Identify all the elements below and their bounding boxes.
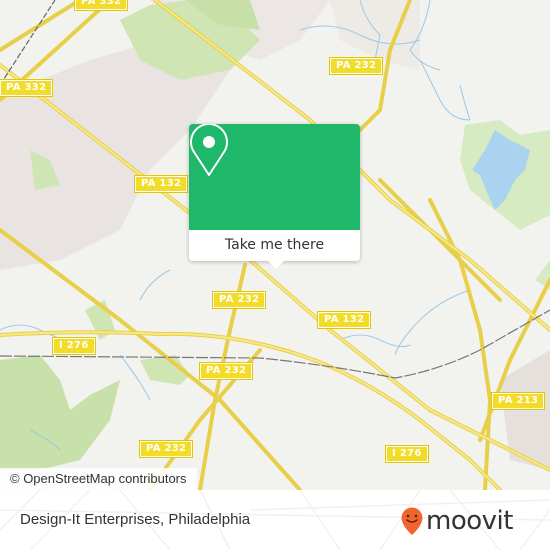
place-name: Design-It Enterprises, Philadelphia xyxy=(20,511,251,528)
road-shield: PA 232 xyxy=(138,440,194,458)
road-shield: PA 332 xyxy=(0,79,54,97)
brand-name: moovit xyxy=(426,506,513,536)
map-attribution[interactable]: © OpenStreetMap contributors xyxy=(0,468,197,490)
location-pin-icon xyxy=(190,124,228,176)
road xyxy=(0,0,82,52)
moovit-logo[interactable]: moovit xyxy=(400,504,513,538)
road-shield: I 276 xyxy=(52,337,96,355)
road-shield: I 276 xyxy=(385,445,429,463)
road-shield: PA 332 xyxy=(73,0,129,11)
moovit-smiley-pin-icon xyxy=(401,507,423,535)
road-shield: PA 232 xyxy=(198,362,254,380)
road-shield: PA 132 xyxy=(133,175,189,193)
road-shield: PA 232 xyxy=(328,57,384,75)
popup-header xyxy=(189,124,360,230)
take-me-there-button[interactable]: Take me there xyxy=(189,230,360,261)
footer-bar: Design-It Enterprises, Philadelphia moov… xyxy=(0,490,550,550)
road-shield: PA 132 xyxy=(316,311,372,329)
road xyxy=(428,198,493,490)
location-popup: Take me there xyxy=(189,124,360,269)
road-shield: PA 232 xyxy=(211,291,267,309)
popup-pointer xyxy=(267,260,285,269)
park-area xyxy=(0,355,120,470)
road-shield: PA 213 xyxy=(490,392,546,410)
map-view[interactable]: PA 332 PA 232 PA 332 PA 132 PA 232 PA 13… xyxy=(0,0,550,490)
